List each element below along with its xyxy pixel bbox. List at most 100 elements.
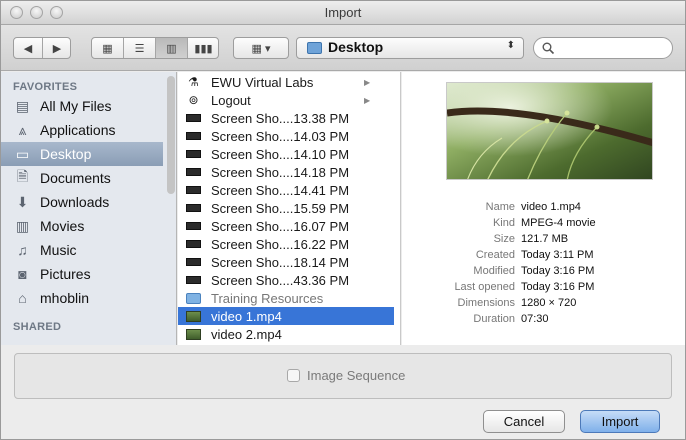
file-item-label: Screen Sho....13.38 PM [211,110,350,126]
back-button[interactable]: ◀ [14,38,42,58]
forward-button[interactable]: ▶ [43,38,71,58]
updown-chevron-icon: ⬍ [506,40,515,51]
file-item-label: video 1.mp4 [211,308,282,324]
file-item-ewu-virtual-labs[interactable]: ⚗ EWU Virtual Labs ▶ [178,73,394,91]
info-duration: Duration 07:30 [473,313,549,325]
coverflow-view-button[interactable]: ▮▮▮ [188,38,219,58]
desktop-icon: ▭ [15,145,30,162]
icon-view-button[interactable]: ▦ [92,38,123,58]
file-item-label: Screen Sho....14.41 PM [211,182,350,198]
sidebar-item-all-my-files[interactable]: ▤ All My Files [1,94,163,118]
file-item-label: Screen Sho....16.22 PM [211,236,350,252]
file-item-screenshot[interactable]: Screen Sho....14.10 PM [178,145,394,163]
screenshot-icon [186,186,201,194]
file-item-video-2[interactable]: video 2.mp4 [178,325,394,343]
file-item-screenshot[interactable]: Screen Sho....14.03 PM [178,127,394,145]
file-item-label: Screen Sho....43.36 PM [211,272,350,288]
sidebar-item-mhoblin[interactable]: ⌂ mhoblin [1,286,163,310]
file-item-label: Screen Sho....14.03 PM [211,128,350,144]
screenshot-icon [186,132,201,140]
sidebar-item-label: Music [40,242,77,258]
sidebar-item-label: Movies [40,218,85,234]
sidebar-item-music[interactable]: ♫ Music [1,238,163,262]
info-kind: Kind MPEG-4 movie [492,217,596,229]
sidebar-item-desktop[interactable]: ▭ Desktop [1,142,163,166]
sidebar-item-label: Documents [40,170,111,186]
file-item-label: Screen Sho....14.10 PM [211,146,350,162]
coverflow-view-icon: ▮▮▮ [194,42,213,55]
sidebar-item-label: Desktop [40,146,92,162]
import-button[interactable]: Import [580,410,660,433]
column-view-button[interactable]: ▥ [156,38,187,58]
home-icon: ⌂ [18,290,27,306]
sidebar-item-downloads[interactable]: ⬇ Downloads [1,190,163,214]
info-modified: Modified Today 3:16 PM [473,265,595,277]
file-item-logout[interactable]: ⊚ Logout ▶ [178,91,394,109]
file-item-training-resources[interactable]: Training Resources [178,289,394,307]
title-bar: Import [1,1,685,25]
screenshot-icon [186,150,201,158]
window-title: Import [324,5,362,20]
search-field[interactable] [533,37,673,59]
arrange-menu-button[interactable]: ▦ ▾ [233,37,289,59]
info-name: Name video 1.mp4 [485,201,581,213]
location-label: Desktop [328,39,384,55]
back-forward-control: ◀ ▶ [13,37,71,59]
video-thumbnail [446,82,653,180]
folder-icon [307,42,322,54]
screenshot-icon [186,114,201,122]
file-item-screenshot[interactable]: Screen Sho....14.18 PM [178,163,394,181]
file-item-screenshot[interactable]: Screen Sho....16.22 PM [178,235,394,253]
file-item-label: Screen Sho....18.14 PM [211,254,350,270]
info-dimensions: Dimensions 1280 × 720 [457,297,577,309]
location-popup[interactable]: Desktop ⬍ [296,37,524,59]
file-item-label: Logout [211,92,251,108]
info-size: Size 121.7 MB [493,233,569,245]
app-icon: ⚗ [188,75,199,89]
sidebar-item-label: Applications [40,122,116,138]
sidebar-item-applications[interactable]: ⩓ Applications [1,118,163,142]
file-item-label: Training Resources [211,290,324,306]
file-item-screenshot[interactable]: Screen Sho....15.59 PM [178,199,394,217]
file-item-screenshot[interactable]: Screen Sho....13.38 PM [178,109,394,127]
file-item-label: video 2.mp4 [211,326,282,342]
sidebar-item-movies[interactable]: ▥ Movies [1,214,163,238]
file-item-screenshot[interactable]: Screen Sho....16.07 PM [178,217,394,235]
favorites-header: FAVORITES [13,81,78,93]
screenshot-icon [186,240,201,248]
screenshot-icon [186,276,201,284]
file-item-screenshot[interactable]: Screen Sho....14.41 PM [178,181,394,199]
sidebar-scrollbar[interactable] [167,76,175,194]
file-item-label: Screen Sho....14.18 PM [211,164,350,180]
file-item-label: Screen Sho....15.59 PM [211,200,350,216]
documents-icon: 🗎 [16,168,29,184]
file-item-screenshot[interactable]: Screen Sho....43.36 PM [178,271,394,289]
all-files-icon: ▤ [15,97,30,114]
music-icon: ♫ [17,242,28,258]
list-view-icon: ☰ [134,42,145,55]
screenshot-icon [186,168,201,176]
video-icon [186,328,201,340]
info-created: Created Today 3:11 PM [475,249,594,261]
view-mode-control: ▦ ☰ ▥ ▮▮▮ [91,37,219,59]
disclosure-arrow-icon: ▶ [364,77,371,87]
file-list-column: ⚗ EWU Virtual Labs ▶ ⊚ Logout ▶ Screen S… [178,72,401,345]
icon-view-icon: ▦ [102,42,113,55]
sidebar: FAVORITES ▤ All My Files ⩓ Applications … [1,72,177,345]
folder-icon [186,292,201,304]
screenshot-icon [186,222,201,230]
file-item-screenshot[interactable]: Screen Sho....18.14 PM [178,253,394,271]
sidebar-item-pictures[interactable]: ◙ Pictures [1,262,163,286]
sidebar-item-label: All My Files [40,98,112,114]
file-item-label: EWU Virtual Labs [211,74,314,90]
movies-icon: ▥ [15,217,30,234]
sidebar-item-documents[interactable]: 🗎 Documents [1,166,163,190]
file-item-video-1[interactable]: video 1.mp4 [178,307,394,325]
sidebar-item-label: Pictures [40,266,91,282]
list-view-button[interactable]: ☰ [124,38,155,58]
file-item-label: Screen Sho....16.07 PM [211,218,350,234]
file-list-scrollbar[interactable] [400,94,401,322]
cancel-button[interactable]: Cancel [483,410,565,433]
back-arrow-icon: ◀ [23,42,33,55]
image-sequence-checkbox[interactable] [287,369,300,382]
